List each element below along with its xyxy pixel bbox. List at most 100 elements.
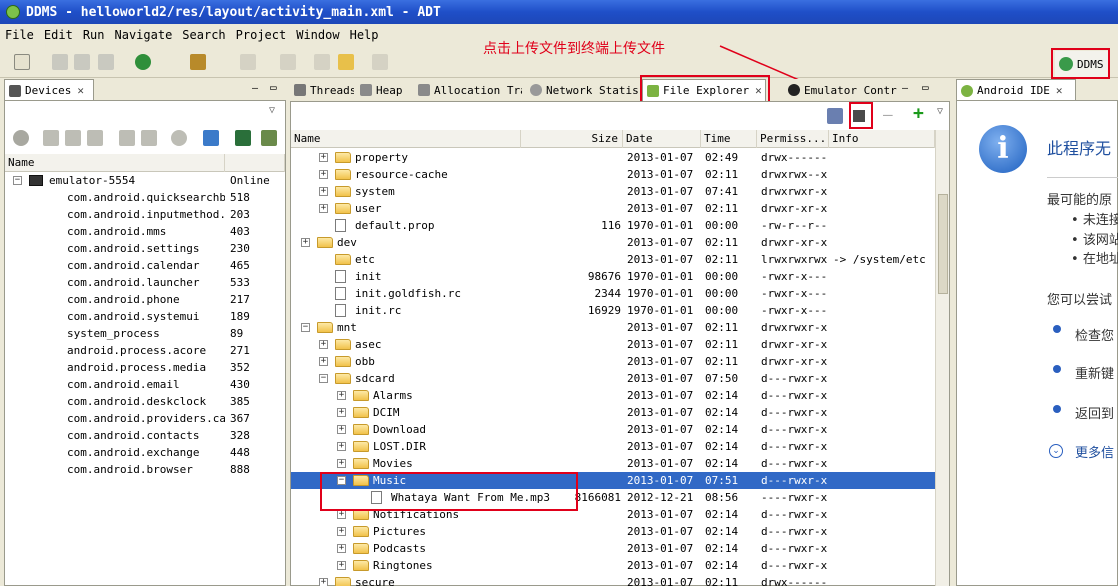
- file-row[interactable]: + LOST.DIR 2013-01-07 02:14 d---rwxr-x: [291, 438, 935, 455]
- action-2[interactable]: 重新键: [1075, 363, 1114, 382]
- expand-icon[interactable]: +: [319, 578, 328, 586]
- file-row[interactable]: + Alarms 2013-01-07 02:14 d---rwxr-x: [291, 387, 935, 404]
- new-folder-icon[interactable]: +: [913, 105, 924, 123]
- file-row[interactable]: default.prop 116 1970-01-01 00:00 -rw-r--r--: [291, 217, 935, 234]
- expand-icon[interactable]: +: [301, 238, 310, 247]
- expand-icon[interactable]: +: [337, 425, 346, 434]
- process-row[interactable]: com.android.contacts 328: [5, 427, 285, 444]
- col-status[interactable]: [225, 154, 285, 172]
- expand-icon[interactable]: +: [337, 408, 346, 417]
- menu-window[interactable]: Window: [291, 28, 344, 42]
- process-row[interactable]: com.android.launcher 533: [5, 274, 285, 291]
- menu-navigate[interactable]: Navigate: [110, 28, 178, 42]
- col-time[interactable]: Time: [701, 130, 757, 148]
- file-row[interactable]: etc 2013-01-07 02:11 lrwxrwxrwx -> /system/e…: [291, 251, 935, 268]
- pull-file-icon[interactable]: [827, 108, 843, 124]
- expand-icon[interactable]: +: [337, 442, 346, 451]
- file-row[interactable]: init 98676 1970-01-01 00:00 -rwxr-x---: [291, 268, 935, 285]
- file-row[interactable]: + secure 2013-01-07 02:11 drwx------: [291, 574, 935, 586]
- screen-capture-icon[interactable]: [203, 130, 219, 146]
- file-row[interactable]: init.rc 16929 1970-01-01 00:00 -rwxr-x---: [291, 302, 935, 319]
- vertical-scrollbar[interactable]: [935, 130, 949, 586]
- process-row[interactable]: com.android.browser 888: [5, 461, 285, 478]
- action-4[interactable]: 更多信: [1075, 442, 1114, 461]
- menu-help[interactable]: Help: [345, 28, 384, 42]
- file-row[interactable]: − mnt 2013-01-07 02:11 drwxrwxr-x: [291, 319, 935, 336]
- chevron-down-icon[interactable]: ⌄: [1049, 444, 1063, 458]
- close-icon[interactable]: ✕: [1056, 84, 1063, 97]
- process-row[interactable]: android.process.media 352: [5, 359, 285, 376]
- collapse-icon[interactable]: −: [301, 323, 310, 332]
- process-row[interactable]: com.android.providers.cale 367: [5, 410, 285, 427]
- menu-file[interactable]: File: [0, 28, 39, 42]
- file-row[interactable]: + dev 2013-01-07 02:11 drwxr-xr-x: [291, 234, 935, 251]
- run-icon[interactable]: [135, 54, 151, 70]
- file-row[interactable]: + system 2013-01-07 07:41 drwxrwxr-x: [291, 183, 935, 200]
- new-icon[interactable]: [14, 54, 30, 70]
- file-row[interactable]: init.goldfish.rc 2344 1970-01-01 00:00 -rwxr…: [291, 285, 935, 302]
- collapse-icon[interactable]: −: [13, 176, 22, 185]
- view-menu-icon[interactable]: ▽: [937, 106, 943, 117]
- col-name[interactable]: Name: [291, 130, 521, 148]
- scrollbar-thumb[interactable]: [938, 194, 948, 294]
- tab-devices[interactable]: Devices ✕: [4, 79, 94, 101]
- tab-threads[interactable]: Threads: [290, 79, 354, 101]
- process-row[interactable]: com.android.systemui 189: [5, 308, 285, 325]
- tool-icon[interactable]: [190, 54, 206, 70]
- tab-android-ide[interactable]: Android IDE ✕: [956, 79, 1076, 101]
- process-row[interactable]: com.android.mms 403: [5, 223, 285, 240]
- systrace-icon[interactable]: [261, 130, 277, 146]
- method-profiling-icon[interactable]: [141, 130, 157, 146]
- close-icon[interactable]: ✕: [77, 84, 84, 97]
- delete-icon[interactable]: —: [883, 107, 893, 123]
- process-row[interactable]: com.android.email 430: [5, 376, 285, 393]
- maximize-icon[interactable]: ▭: [270, 81, 277, 94]
- menu-run[interactable]: Run: [78, 28, 110, 42]
- tab-allocation[interactable]: Allocation Tra: [414, 79, 522, 101]
- col-info[interactable]: Info: [829, 130, 935, 148]
- forward-arrow-icon[interactable]: [372, 54, 388, 70]
- process-row[interactable]: com.android.calendar 465: [5, 257, 285, 274]
- expand-icon[interactable]: +: [337, 527, 346, 536]
- minimize-icon[interactable]: —: [902, 83, 908, 94]
- expand-icon[interactable]: +: [319, 204, 328, 213]
- save-all-icon[interactable]: [74, 54, 90, 70]
- file-row[interactable]: + Podcasts 2013-01-07 02:14 d---rwxr-x: [291, 540, 935, 557]
- annotation-nav-icon[interactable]: [240, 54, 256, 70]
- expand-icon[interactable]: +: [337, 544, 346, 553]
- expand-icon[interactable]: +: [337, 459, 346, 468]
- menu-project[interactable]: Project: [231, 28, 292, 42]
- menu-edit[interactable]: Edit: [39, 28, 78, 42]
- minimize-icon[interactable]: —: [252, 83, 258, 94]
- file-row[interactable]: + Ringtones 2013-01-07 02:14 d---rwxr-x: [291, 557, 935, 574]
- print-icon[interactable]: [98, 54, 114, 70]
- view-menu-icon[interactable]: ▽: [269, 105, 275, 116]
- heap-update-icon[interactable]: [43, 130, 59, 146]
- file-row[interactable]: + Movies 2013-01-07 02:14 d---rwxr-x: [291, 455, 935, 472]
- file-row[interactable]: + Download 2013-01-07 02:14 d---rwxr-x: [291, 421, 935, 438]
- process-row[interactable]: android.process.acore 271: [5, 342, 285, 359]
- file-row[interactable]: + asec 2013-01-07 02:11 drwxr-xr-x: [291, 336, 935, 353]
- maximize-icon[interactable]: ▭: [922, 81, 929, 94]
- process-row[interactable]: com.android.settings 230: [5, 240, 285, 257]
- file-row[interactable]: + DCIM 2013-01-07 02:14 d---rwxr-x: [291, 404, 935, 421]
- debug-icon[interactable]: [13, 130, 29, 146]
- expand-icon[interactable]: +: [319, 153, 328, 162]
- expand-icon[interactable]: +: [319, 340, 328, 349]
- menu-search[interactable]: Search: [177, 28, 230, 42]
- file-row[interactable]: + user 2013-01-07 02:11 drwxr-xr-x: [291, 200, 935, 217]
- process-row[interactable]: com.android.exchange 448: [5, 444, 285, 461]
- tab-network[interactable]: Network Statis: [526, 79, 638, 101]
- file-row[interactable]: + resource-cache 2013-01-07 02:11 drwxrwx--x: [291, 166, 935, 183]
- tab-emulator[interactable]: Emulator Contr: [784, 79, 900, 101]
- expand-icon[interactable]: +: [319, 357, 328, 366]
- process-row[interactable]: com.android.quicksearchbox 518: [5, 189, 285, 206]
- dump-hprof-icon[interactable]: [65, 130, 81, 146]
- action-1[interactable]: 检查您: [1075, 325, 1114, 344]
- action-3[interactable]: 返回到: [1075, 403, 1114, 422]
- process-row[interactable]: com.android.inputmethod.la 203: [5, 206, 285, 223]
- process-row[interactable]: com.android.phone 217: [5, 291, 285, 308]
- tab-heap[interactable]: Heap: [356, 79, 412, 101]
- expand-icon[interactable]: +: [337, 561, 346, 570]
- expand-icon[interactable]: +: [319, 187, 328, 196]
